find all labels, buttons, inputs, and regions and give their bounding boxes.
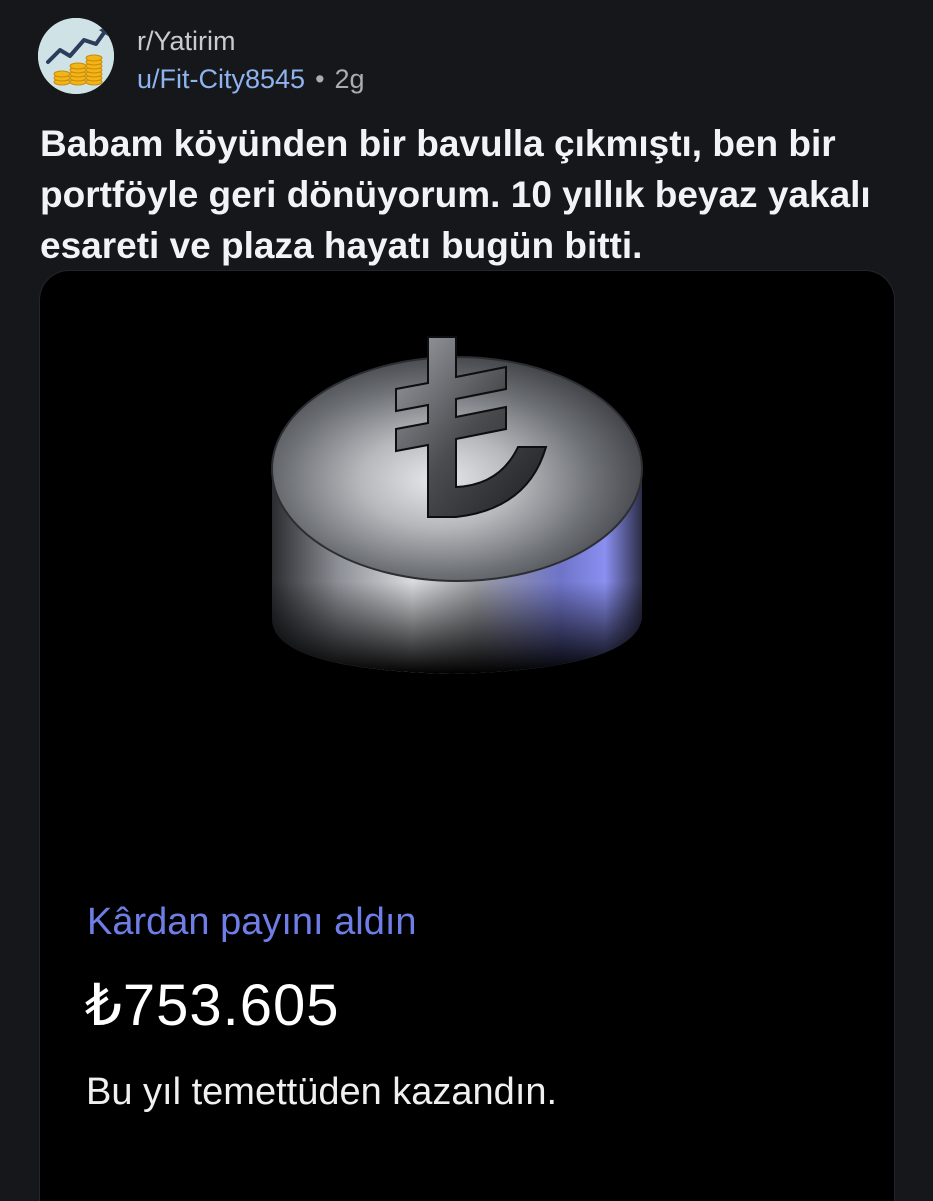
post-image-card[interactable]: Kârdan payını aldın ₺753.605 Bu yıl teme… [39, 270, 895, 1201]
card-amount: ₺753.605 [85, 973, 340, 1038]
author-username[interactable]: u/Fit-City8545 [137, 64, 305, 94]
card-label: Kârdan payını aldın [87, 901, 417, 943]
post-age: 2g [334, 64, 365, 94]
subreddit-avatar[interactable] [38, 18, 114, 94]
meta-separator: • [315, 64, 325, 94]
card-subtitle: Bu yıl temettüden kazandın. [86, 1071, 558, 1113]
chart-coins-icon [38, 18, 114, 94]
turkish-lira-coin-icon [262, 329, 662, 689]
post-header: r/Yatirim u/Fit-City8545 • 2g [38, 18, 638, 98]
subreddit-name[interactable]: r/Yatirim [137, 26, 236, 57]
post-meta: u/Fit-City8545 • 2g [137, 64, 365, 95]
post-title[interactable]: Babam köyünden bir bavulla çıkmıştı, ben… [40, 118, 900, 271]
post: r/Yatirim u/Fit-City8545 • 2g Babam köyünd… [0, 0, 933, 1201]
